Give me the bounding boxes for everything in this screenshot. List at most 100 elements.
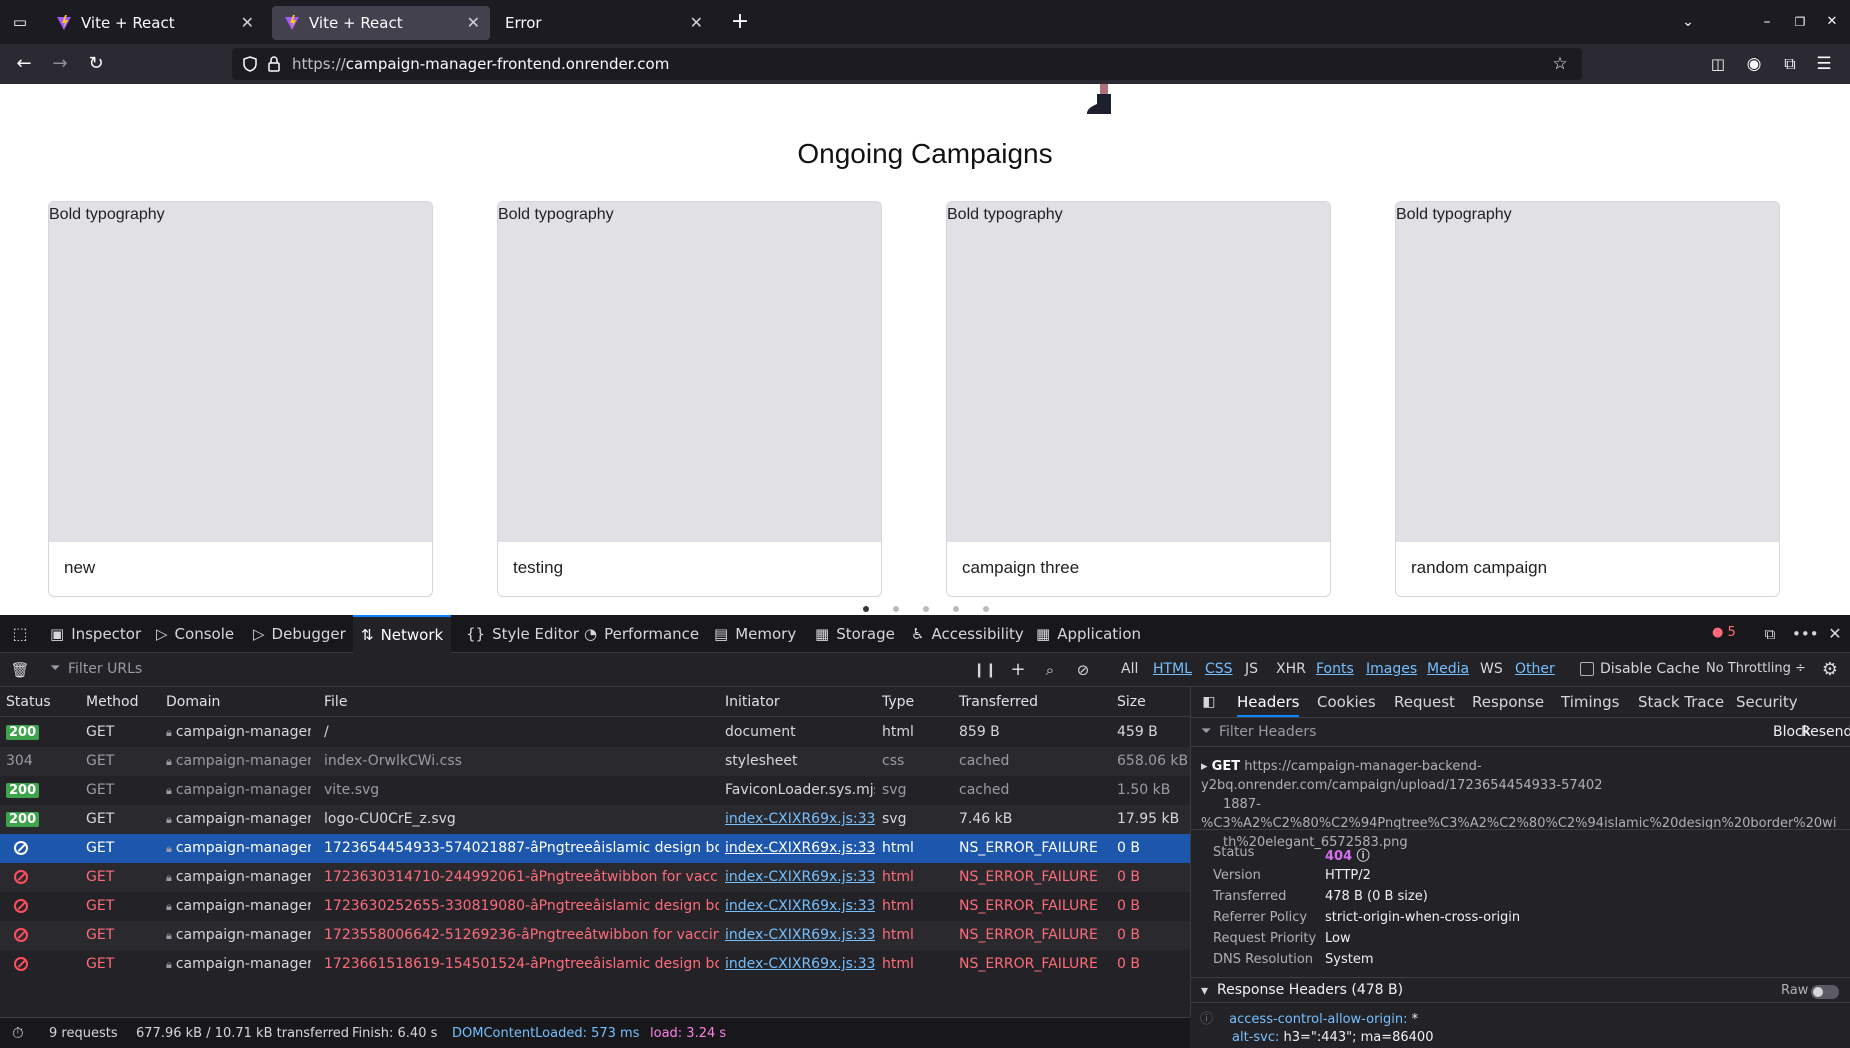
campaign-card[interactable]: Bold typography random campaign	[1395, 201, 1780, 597]
search-icon[interactable]: ⌕	[1038, 658, 1062, 682]
cell-status: 200	[6, 724, 76, 740]
close-devtools-icon[interactable]: ✕	[1823, 622, 1847, 646]
raw-toggle[interactable]	[1811, 985, 1839, 999]
column-header-transferred[interactable]: Transferred	[959, 687, 1038, 717]
element-picker-icon[interactable]: ⬚	[8, 622, 32, 646]
tab-accessibility[interactable]: ♿ Accessibility	[911, 615, 1024, 653]
filter-all[interactable]: All	[1121, 661, 1138, 677]
resend-button[interactable]: Resend	[1801, 724, 1850, 740]
tab-debugger[interactable]: ▷ Debugger	[253, 615, 346, 653]
forward-arrow-icon[interactable]: →	[48, 52, 72, 76]
reload-icon[interactable]: ↻	[84, 52, 108, 76]
throttling-select[interactable]: No Throttling ÷	[1706, 661, 1806, 676]
browser-tab-3[interactable]: Error ✕	[493, 6, 713, 40]
filter-media[interactable]: Media	[1427, 661, 1469, 677]
column-header-type[interactable]: Type	[882, 687, 914, 717]
expand-arrow-icon[interactable]: ▸	[1201, 759, 1208, 774]
tab-list-icon[interactable]: ▭	[8, 10, 32, 34]
column-header-file[interactable]: File	[324, 687, 347, 717]
filter-urls-input[interactable]: Filter URLs	[68, 661, 948, 677]
carousel-dot[interactable]	[923, 606, 929, 612]
tab-security[interactable]: Security	[1736, 687, 1798, 717]
account-icon[interactable]: ◉	[1742, 52, 1766, 76]
tab-timings[interactable]: Timings	[1561, 687, 1620, 717]
blocked-icon	[14, 957, 28, 971]
tab-stack-trace[interactable]: Stack Trace	[1638, 687, 1724, 717]
trash-icon[interactable]: 🗑	[8, 658, 32, 682]
add-icon[interactable]: +	[1006, 658, 1030, 682]
new-tab-icon[interactable]: +	[728, 10, 752, 34]
carousel-dot[interactable]	[953, 606, 959, 612]
gear-icon[interactable]: ⚙	[1818, 658, 1842, 682]
table-row[interactable]: GET 🔒︎campaign-manager… 1723630252655-3308…	[0, 892, 1190, 921]
table-row[interactable]: 304 GET 🔒︎campaign-manager… index-OrwlkCWi.…	[0, 747, 1190, 776]
response-headers-section[interactable]: ▾ Response Headers (478 B) Raw	[1191, 977, 1850, 1003]
table-row[interactable]: GET 🔒︎campaign-manager… 1723558006642-5126…	[0, 921, 1190, 950]
filter-html[interactable]: HTML	[1153, 661, 1192, 677]
dock-icon[interactable]: ⧉	[1758, 622, 1782, 646]
tab-application[interactable]: ▦ Application	[1036, 615, 1141, 653]
browser-tab-2[interactable]: Vite + React ✕	[272, 6, 490, 40]
tab-network[interactable]: ⇅ Network	[353, 615, 452, 653]
tab-response[interactable]: Response	[1472, 687, 1544, 717]
tab-request[interactable]: Request	[1394, 687, 1455, 717]
column-header-initiator[interactable]: Initiator	[725, 687, 780, 717]
tab-close-icon[interactable]: ✕	[690, 13, 703, 32]
filter-js[interactable]: JS	[1245, 661, 1258, 677]
chevron-down-icon[interactable]: ⌄	[1676, 10, 1700, 34]
campaign-card[interactable]: Bold typography new	[48, 201, 433, 597]
star-icon[interactable]: ☆	[1548, 52, 1572, 76]
pocket-icon[interactable]: ◫	[1706, 52, 1730, 76]
column-header-size[interactable]: Size	[1117, 687, 1146, 717]
restore-icon[interactable]: ❐	[1788, 10, 1812, 34]
table-row[interactable]: GET 🔒︎campaign-manager… 1723654454933-5740…	[0, 834, 1190, 863]
column-header-status[interactable]: Status	[6, 687, 51, 717]
tab-inspector[interactable]: ▣ Inspector	[50, 615, 141, 653]
tab-style-editor[interactable]: {} Style Editor	[466, 615, 579, 653]
tab-console[interactable]: ▷ Console	[156, 615, 234, 653]
tab-headers[interactable]: Headers	[1237, 687, 1300, 717]
carousel-dot[interactable]	[893, 606, 899, 612]
table-row[interactable]: 200 GET 🔒︎campaign-manager… / document html 85…	[0, 718, 1190, 747]
table-row[interactable]: GET 🔒︎campaign-manager… 1723630314710-2449…	[0, 863, 1190, 892]
column-header-domain[interactable]: Domain	[166, 687, 220, 717]
tab-storage[interactable]: ▦ Storage	[815, 615, 895, 653]
filter-fonts[interactable]: Fonts	[1316, 661, 1354, 677]
help-icon[interactable]: ⓘ	[1357, 849, 1370, 864]
filter-other[interactable]: Other	[1515, 661, 1555, 677]
stopwatch-icon[interactable]: ⏱	[12, 1024, 24, 1042]
table-row[interactable]: 200 GET 🔒︎campaign-manager… logo-CU0CrE_z.s…	[0, 805, 1190, 834]
extensions-icon[interactable]: ⧉	[1778, 52, 1802, 76]
collapse-arrow-icon[interactable]: ▾	[1201, 983, 1208, 999]
window-close-icon[interactable]: ✕	[1820, 10, 1844, 34]
panel-toggle-icon[interactable]: ◧	[1197, 690, 1221, 714]
browser-tab-1[interactable]: Vite + React ✕	[44, 6, 264, 40]
tab-cookies[interactable]: Cookies	[1317, 687, 1376, 717]
table-row[interactable]: 200 GET 🔒︎campaign-manager… vite.svg Favicon…	[0, 776, 1190, 805]
filter-xhr[interactable]: XHR	[1276, 661, 1306, 677]
menu-icon[interactable]: ☰	[1812, 52, 1836, 76]
table-row[interactable]: GET 🔒︎campaign-manager… 1723661518619-1545…	[0, 950, 1190, 979]
carousel-dot[interactable]	[863, 606, 869, 612]
tab-close-icon[interactable]: ✕	[241, 13, 254, 32]
back-arrow-icon[interactable]: ←	[12, 52, 36, 76]
disable-cache-checkbox[interactable]	[1580, 662, 1594, 676]
error-count-badge[interactable]: ● 5	[1712, 625, 1736, 640]
url-text[interactable]: https://campaign-manager-frontend.onrend…	[292, 55, 669, 73]
filter-css[interactable]: CSS	[1205, 661, 1233, 677]
carousel-dot[interactable]	[983, 606, 989, 612]
tab-performance[interactable]: ◔ Performance	[584, 615, 699, 653]
filter-headers-input[interactable]: Filter Headers	[1219, 724, 1316, 740]
filter-ws[interactable]: WS	[1480, 661, 1503, 677]
filter-images[interactable]: Images	[1366, 661, 1417, 677]
more-options-icon[interactable]: •••	[1792, 622, 1819, 646]
minimize-icon[interactable]: –	[1755, 10, 1779, 34]
block-icon[interactable]: ⊘	[1071, 658, 1095, 682]
column-header-method[interactable]: Method	[86, 687, 139, 717]
campaign-card[interactable]: Bold typography campaign three	[946, 201, 1331, 597]
tab-memory[interactable]: ▤ Memory	[714, 615, 796, 653]
tab-close-icon[interactable]: ✕	[467, 13, 480, 32]
campaign-card[interactable]: Bold typography testing	[497, 201, 882, 597]
pause-icon[interactable]: ❙❙	[973, 658, 997, 682]
address-bar[interactable]: https://campaign-manager-frontend.onrend…	[232, 48, 1582, 80]
